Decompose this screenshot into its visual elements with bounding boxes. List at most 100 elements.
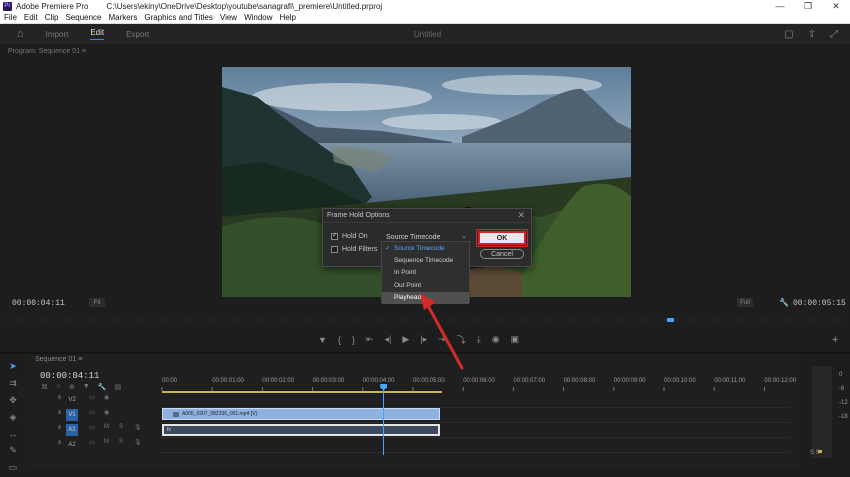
wrench-icon[interactable]: 🔧: [779, 298, 789, 307]
track-output-icon[interactable]: ▭: [89, 394, 95, 401]
go-to-in-icon[interactable]: ⇤: [366, 334, 374, 345]
mark-in-icon[interactable]: {: [338, 335, 341, 345]
meter-label: -18: [839, 414, 848, 420]
menu-clip[interactable]: Clip: [45, 13, 59, 22]
track-target-a1[interactable]: A1: [66, 424, 78, 436]
linked-selection-icon[interactable]: ⊕: [69, 383, 75, 391]
work-area-bar[interactable]: [162, 391, 442, 393]
button-editor-plus-icon[interactable]: +: [832, 334, 838, 346]
solo-icon[interactable]: S: [119, 439, 123, 445]
track-target-v2[interactable]: V2: [66, 394, 78, 406]
ripple-edit-tool-icon[interactable]: ✥: [9, 395, 17, 406]
snap-icon[interactable]: ∩: [56, 383, 61, 391]
ruler-label: 00:00:04:00: [362, 378, 395, 384]
slip-tool-icon[interactable]: ↔: [9, 429, 18, 439]
track-output-icon[interactable]: ▭: [89, 424, 95, 431]
sync-lock-icon[interactable]: ⋔: [57, 424, 62, 431]
meter-label: -6: [839, 386, 845, 392]
menu-help[interactable]: Help: [280, 13, 296, 22]
hold-filters-checkbox[interactable]: [331, 246, 338, 253]
track-separator: [160, 437, 790, 438]
rectangle-tool-icon[interactable]: ▭: [9, 462, 18, 473]
solo-icon[interactable]: S: [119, 424, 123, 430]
maximize-button[interactable]: ❐: [794, 0, 822, 12]
close-icon[interactable]: ✕: [517, 210, 525, 221]
dropdown-item-in-point[interactable]: In Point: [382, 267, 469, 279]
menu-window[interactable]: Window: [244, 13, 272, 22]
sync-lock-icon[interactable]: ⋔: [57, 439, 62, 446]
dropdown-item-label: Sequence Timecode: [394, 257, 454, 265]
sync-lock-icon[interactable]: ⋔: [57, 409, 62, 416]
menu-markers[interactable]: Markers: [109, 13, 138, 22]
razor-tool-icon[interactable]: ◈: [10, 412, 17, 423]
menu-sequence[interactable]: Sequence: [65, 13, 101, 22]
comparison-view-icon[interactable]: ▣: [511, 334, 520, 345]
close-window-button[interactable]: ✕: [822, 0, 850, 12]
dropdown-item-label: Source Timecode: [394, 245, 445, 252]
track-target-a2[interactable]: A2: [66, 439, 78, 451]
track-target-v1[interactable]: V1: [66, 409, 78, 421]
annotation-arrow: [420, 294, 464, 370]
dropdown-item-source-timecode[interactable]: ✓ Source Timecode: [382, 243, 469, 255]
fullscreen-icon[interactable]: ⤢: [830, 29, 838, 40]
add-marker-icon[interactable]: ▼: [318, 335, 327, 345]
mute-icon[interactable]: M: [104, 424, 109, 430]
minimize-button[interactable]: —: [766, 0, 794, 12]
cancel-button[interactable]: Cancel: [480, 249, 524, 259]
eye-icon[interactable]: ◉: [104, 409, 109, 416]
menu-edit[interactable]: Edit: [24, 13, 38, 22]
menu-file[interactable]: File: [4, 13, 17, 22]
quick-export-icon[interactable]: ⇪: [808, 29, 816, 40]
mark-out-icon[interactable]: }: [352, 335, 355, 345]
tab-export[interactable]: Export: [126, 30, 149, 39]
ruler-label: 00:00:12:00: [764, 378, 797, 384]
play-icon[interactable]: ▶: [402, 334, 409, 345]
step-back-icon[interactable]: ◂|: [385, 334, 392, 345]
microphone-icon[interactable]: 🎙: [134, 439, 142, 446]
timeline-playhead-line[interactable]: [383, 385, 385, 455]
dropdown-item-out-point[interactable]: Out Point: [382, 280, 469, 292]
captions-icon[interactable]: ▤: [115, 383, 122, 391]
add-marker-timeline-icon[interactable]: ▼: [83, 383, 90, 391]
menu-view[interactable]: View: [220, 13, 237, 22]
sync-lock-icon[interactable]: ⋔: [57, 394, 62, 401]
export-frame-icon[interactable]: ◉: [492, 334, 500, 345]
dialog-title: Frame Hold Options: [327, 212, 390, 219]
solo-buttons[interactable]: S S: [810, 450, 820, 456]
hold-on-checkbox[interactable]: ✓: [331, 233, 338, 240]
tab-import[interactable]: Import: [46, 30, 69, 39]
track-output-icon[interactable]: ▭: [89, 439, 95, 446]
zoom-fit-dropdown[interactable]: Fit: [89, 298, 105, 307]
audio-clip[interactable]: fx: [162, 424, 440, 436]
tab-edit[interactable]: Edit: [90, 28, 105, 40]
menu-graphics-and-titles[interactable]: Graphics and Titles: [144, 13, 212, 22]
track-output-icon[interactable]: ▭: [89, 409, 95, 416]
ok-button[interactable]: OK: [476, 229, 528, 247]
mute-icon[interactable]: M: [104, 439, 109, 445]
timeline-settings-icon[interactable]: 🔧: [98, 383, 107, 391]
home-icon[interactable]: ⌂: [17, 28, 24, 40]
program-monitor-tab[interactable]: Program: Sequence 01 ≡: [8, 48, 86, 55]
dropdown-item-sequence-timecode[interactable]: Sequence Timecode: [382, 255, 469, 267]
ruler-label: 00:00:08:00: [563, 378, 596, 384]
program-timecode-duration: 00:00:05:15: [793, 299, 846, 308]
workspaces-icon[interactable]: ▢: [784, 29, 793, 40]
ruler-label: 00:00:10:00: [664, 378, 696, 384]
sequence-timecode[interactable]: 00:00:04:11: [40, 371, 99, 381]
program-timecode-current[interactable]: 00:00:04:11: [12, 299, 65, 308]
track-separator: [160, 452, 790, 453]
microphone-icon[interactable]: 🎙: [134, 424, 142, 431]
dropdown-item-label: Out Point: [394, 281, 422, 289]
video-clip[interactable]: A005_0207_082336_001.mp4 [V]: [162, 408, 440, 420]
dialog-divider: [323, 222, 531, 223]
overwrite-icon[interactable]: ⤓: [477, 334, 481, 345]
ruler-label: 00:00:09:00: [613, 378, 646, 384]
track-select-tool-icon[interactable]: ⇉: [9, 378, 17, 389]
pen-tool-icon[interactable]: ✎: [9, 445, 17, 456]
sequence-tab[interactable]: Sequence 01 ≡: [35, 356, 82, 363]
selection-tool-icon[interactable]: ➤: [9, 361, 17, 372]
resolution-dropdown[interactable]: Full: [737, 298, 753, 307]
track-separator: [160, 422, 790, 423]
nest-icon[interactable]: ⌘: [41, 383, 48, 391]
eye-icon[interactable]: ◉: [104, 394, 109, 401]
